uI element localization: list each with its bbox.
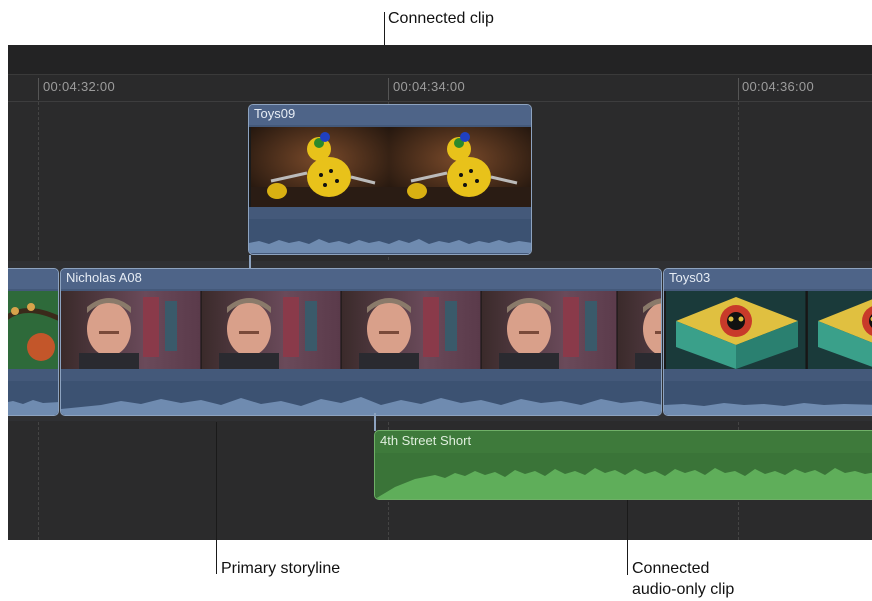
primary-clip-toys03[interactable]: Toys03	[663, 268, 872, 416]
video-thumbnail	[389, 127, 531, 207]
video-thumbnail	[251, 127, 390, 207]
ruler-tick	[38, 78, 39, 100]
connected-audio-clip-4th-street-short[interactable]: 4th Street Short	[374, 430, 872, 500]
clip-filmstrip	[664, 291, 872, 369]
callout-connected-audio-line1: Connected	[632, 560, 710, 577]
clip-header	[8, 269, 58, 289]
ruler-timecode: 00:04:34:00	[393, 79, 465, 94]
clip-filmstrip	[8, 291, 58, 369]
ruler-tick	[388, 78, 389, 100]
callout-connected-clip: Connected clip	[388, 10, 494, 27]
audio-waveform	[664, 381, 872, 415]
callout-primary-storyline-leader	[216, 422, 217, 574]
clip-filmstrip	[61, 291, 661, 369]
audio-waveform	[61, 381, 661, 415]
timeline-header-strip	[8, 45, 872, 75]
audio-waveform	[375, 453, 872, 499]
clip-name: Toys03	[669, 270, 711, 285]
audio-waveform	[8, 381, 58, 415]
callout-connected-audio-leader	[627, 500, 628, 575]
connected-clip-toys09[interactable]: Toys09	[248, 104, 532, 255]
video-thumbnail	[8, 291, 58, 369]
clip-name: Toys09	[254, 106, 296, 121]
clip-name: 4th Street Short	[380, 433, 472, 448]
callout-primary-storyline: Primary storyline	[221, 560, 341, 577]
ruler-tick	[738, 78, 739, 100]
audio-waveform	[249, 219, 531, 253]
clip-filmstrip	[249, 127, 531, 207]
primary-clip-nicholas-a08[interactable]: Nicholas A08	[60, 268, 662, 416]
callout-connected-audio-line2: audio-only clip	[632, 581, 735, 598]
primary-clip-left[interactable]	[8, 268, 59, 416]
ruler-timecode: 00:04:36:00	[742, 79, 814, 94]
clip-header	[61, 269, 661, 289]
timecode-ruler[interactable]: 00:04:32:00 00:04:34:00 00:04:36:00	[8, 75, 872, 102]
timeline-panel[interactable]: 00:04:32:00 00:04:34:00 00:04:36:00 Toys…	[8, 45, 872, 540]
ruler-timecode: 00:04:32:00	[43, 79, 115, 94]
connection-line	[374, 413, 376, 431]
clip-name: Nicholas A08	[66, 270, 142, 285]
